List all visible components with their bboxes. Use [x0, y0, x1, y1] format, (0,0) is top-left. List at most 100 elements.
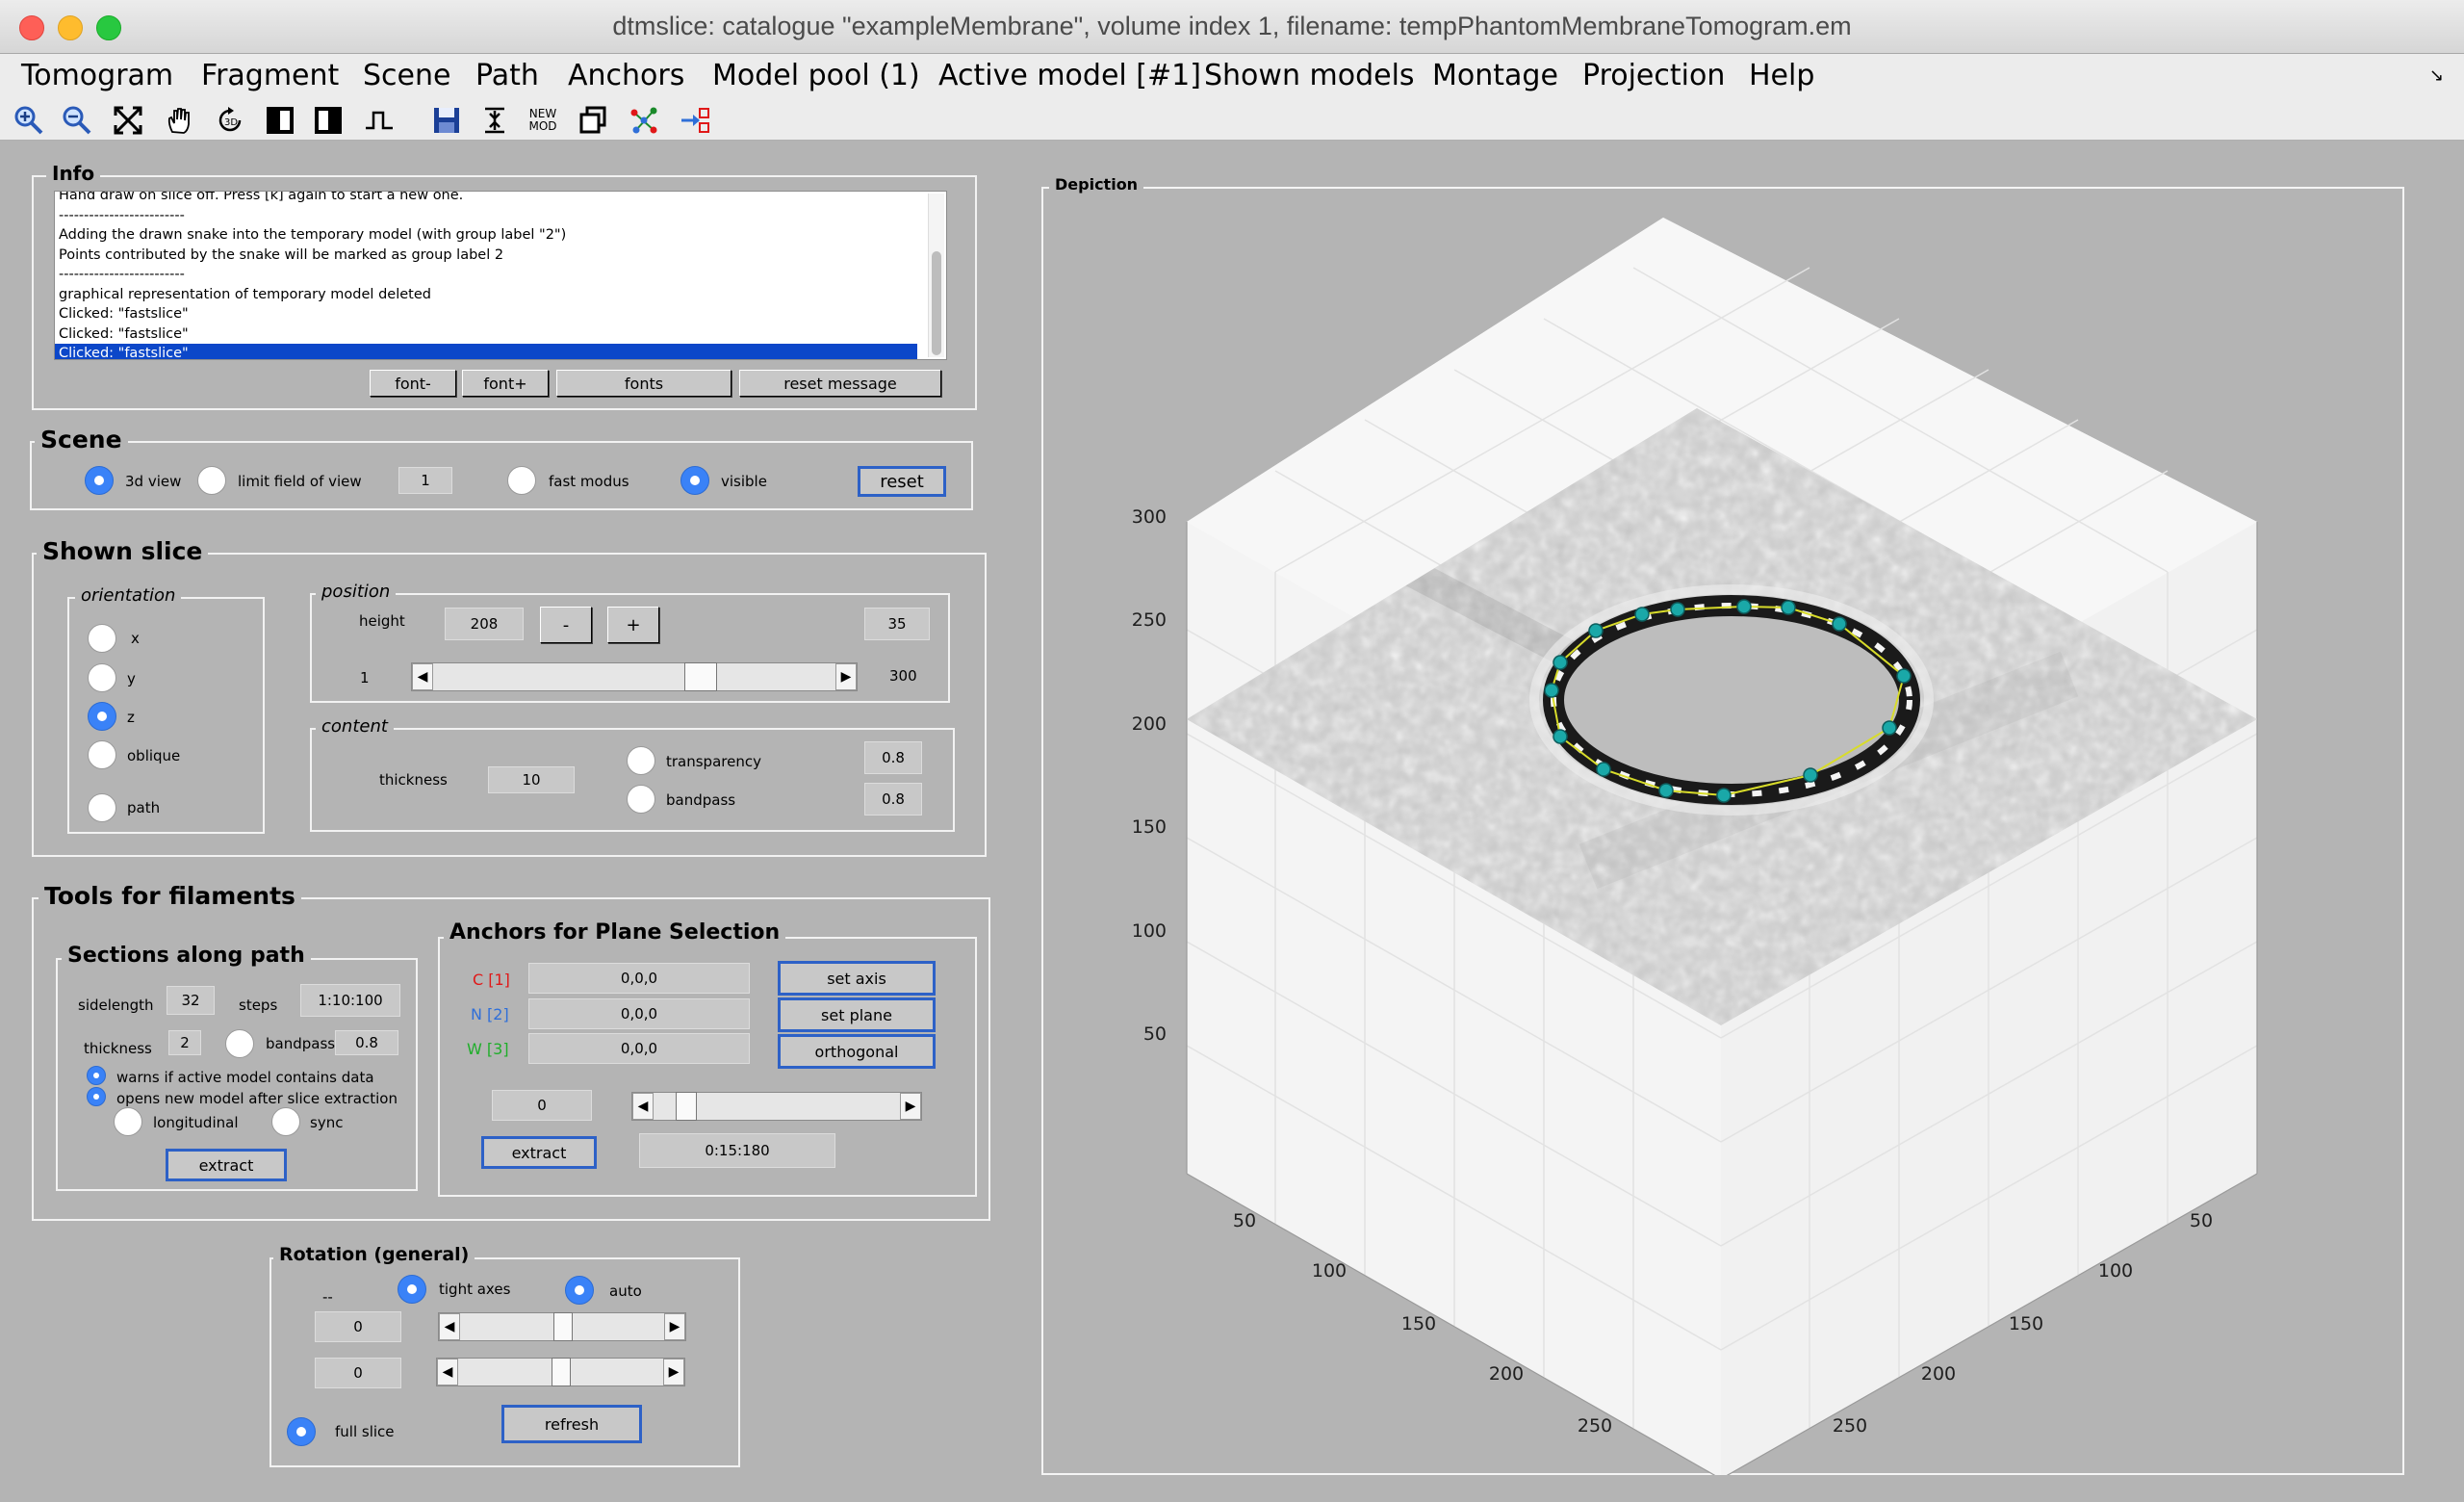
zoom-out-icon[interactable] [60, 103, 94, 138]
save-icon[interactable] [429, 103, 464, 138]
slider-left-arrow[interactable]: ◀ [437, 1359, 458, 1385]
slice-thickness-input[interactable]: 10 [488, 766, 575, 793]
limit-field-input[interactable]: 1 [398, 467, 452, 494]
rotation-value-2[interactable]: 0 [315, 1358, 401, 1388]
height-step-input[interactable]: 35 [864, 608, 930, 640]
sections-extract-button[interactable]: extract [166, 1149, 287, 1181]
rotation-slider-1[interactable]: ◀ ▶ [438, 1312, 686, 1341]
steps-input[interactable]: 1:10:100 [300, 984, 400, 1017]
slice-bandpass-radio[interactable] [627, 785, 655, 814]
info-message-list[interactable]: Hand draw on slice off. Press [k] again … [54, 191, 947, 360]
info-scrollbar[interactable] [928, 194, 944, 357]
contrast-left-icon[interactable] [263, 103, 297, 138]
menu-fragment[interactable]: Fragment [201, 54, 339, 98]
anchor-n-input[interactable]: 0,0,0 [528, 998, 750, 1029]
height-plus-button[interactable]: + [607, 607, 659, 643]
anchor-c-input[interactable]: 0,0,0 [528, 963, 750, 994]
warns-radio[interactable] [87, 1066, 106, 1085]
slider-left-arrow[interactable]: ◀ [439, 1313, 460, 1340]
info-message: Clicked: "fastslice" [59, 325, 189, 342]
set-plane-button[interactable]: set plane [778, 997, 936, 1032]
info-message: ------------------------- [59, 267, 185, 282]
transparency-radio[interactable] [627, 746, 655, 775]
height-minus-button[interactable]: - [540, 607, 592, 643]
reset-message-button[interactable]: reset message [739, 370, 941, 397]
rotation-slider-2[interactable]: ◀ ▶ [436, 1358, 685, 1386]
rotation-slider-1-thumb[interactable] [553, 1312, 573, 1341]
fast-modus-radio[interactable] [507, 466, 536, 495]
menu-help[interactable]: Help [1749, 54, 1814, 98]
menu-path[interactable]: Path [475, 54, 539, 98]
slider-right-arrow[interactable]: ▶ [835, 663, 857, 690]
slider-left-arrow[interactable]: ◀ [412, 663, 433, 690]
auto-radio[interactable] [565, 1276, 594, 1305]
section-thickness-input[interactable]: 2 [168, 1030, 201, 1055]
contrast-right-icon[interactable] [311, 103, 346, 138]
limit-field-radio[interactable] [197, 466, 226, 495]
scene-reset-button[interactable]: reset [858, 466, 946, 497]
sync-radio[interactable] [271, 1107, 300, 1136]
menu-projection[interactable]: Projection [1582, 54, 1725, 98]
menu-active-model[interactable]: Active model [#1] [938, 54, 1201, 98]
opens-new-model-radio[interactable] [87, 1087, 106, 1106]
position-slider[interactable]: ◀ ▶ [411, 662, 858, 691]
refresh-button[interactable]: refresh [501, 1405, 642, 1443]
anchor-w-input[interactable]: 0,0,0 [528, 1033, 750, 1064]
new-model-icon[interactable]: NEW MOD [526, 103, 560, 138]
anchor-slider[interactable]: ◀ ▶ [631, 1092, 922, 1121]
zoom-in-icon[interactable] [12, 103, 46, 138]
anchor-range-input[interactable]: 0:15:180 [639, 1133, 835, 1168]
menu-scene[interactable]: Scene [363, 54, 450, 98]
slider-right-arrow[interactable]: ▶ [664, 1313, 685, 1340]
rotation-value-1[interactable]: 0 [315, 1311, 401, 1342]
slider-left-arrow[interactable]: ◀ [632, 1093, 654, 1120]
set-axis-button[interactable]: set axis [778, 961, 936, 996]
anchor-angle-input[interactable]: 0 [492, 1090, 592, 1121]
center-icon[interactable] [477, 103, 512, 138]
transparency-input[interactable]: 0.8 [864, 741, 922, 774]
full-slice-radio[interactable] [287, 1417, 316, 1446]
tight-axes-radio[interactable] [398, 1275, 426, 1304]
orthogonal-button[interactable]: orthogonal [778, 1034, 936, 1069]
section-bandpass-input[interactable]: 0.8 [335, 1030, 398, 1055]
slice-bandpass-input[interactable]: 0.8 [864, 783, 922, 816]
rotate-3d-icon[interactable]: 3D [213, 103, 247, 138]
sidelength-input[interactable]: 32 [167, 986, 215, 1015]
orientation-z-radio[interactable] [88, 702, 116, 731]
anchor-slider-thumb[interactable] [676, 1092, 698, 1121]
fit-view-icon[interactable] [111, 103, 145, 138]
orientation-x-radio[interactable] [88, 624, 116, 653]
menu-tomogram[interactable]: Tomogram [21, 54, 173, 98]
menu-model-pool[interactable]: Model pool (1) [712, 54, 920, 98]
menu-shown-models[interactable]: Shown models [1204, 54, 1415, 98]
network-icon[interactable] [627, 103, 661, 138]
step-function-icon[interactable] [362, 103, 397, 138]
slider-right-arrow[interactable]: ▶ [663, 1359, 684, 1385]
position-slider-thumb[interactable] [684, 662, 718, 691]
slider-right-arrow[interactable]: ▶ [900, 1093, 921, 1120]
pan-hand-icon[interactable] [162, 103, 196, 138]
height-input[interactable]: 208 [445, 608, 524, 640]
depiction-plot[interactable]: 300 250 200 150 100 50 50 100 150 200 25… [1041, 187, 2404, 1475]
orientation-y-radio[interactable] [88, 663, 116, 692]
menu-anchors[interactable]: Anchors [568, 54, 684, 98]
position-title: position [316, 583, 397, 601]
undock-arrow-icon[interactable]: ↘ [2429, 54, 2444, 98]
transfer-icon[interactable] [678, 103, 712, 138]
anchors-extract-button[interactable]: extract [481, 1136, 597, 1169]
menu-montage[interactable]: Montage [1432, 54, 1558, 98]
visible-radio[interactable] [680, 466, 709, 495]
fonts-button[interactable]: fonts [556, 370, 732, 397]
orientation-path-radio[interactable] [88, 793, 116, 822]
copy-model-icon[interactable] [576, 103, 610, 138]
font-plus-button[interactable]: font+ [462, 370, 549, 397]
3d-view-radio[interactable] [85, 466, 114, 495]
info-scroll-thumb[interactable] [932, 251, 941, 355]
y-tick: 200 [1921, 1363, 1956, 1385]
longitudinal-radio[interactable] [114, 1107, 142, 1136]
font-minus-button[interactable]: font- [370, 370, 456, 397]
orientation-oblique-radio[interactable] [88, 740, 116, 769]
rotation-slider-2-thumb[interactable] [552, 1358, 571, 1386]
section-bandpass-radio[interactable] [225, 1029, 254, 1058]
sidelength-label: sidelength [78, 997, 154, 1014]
